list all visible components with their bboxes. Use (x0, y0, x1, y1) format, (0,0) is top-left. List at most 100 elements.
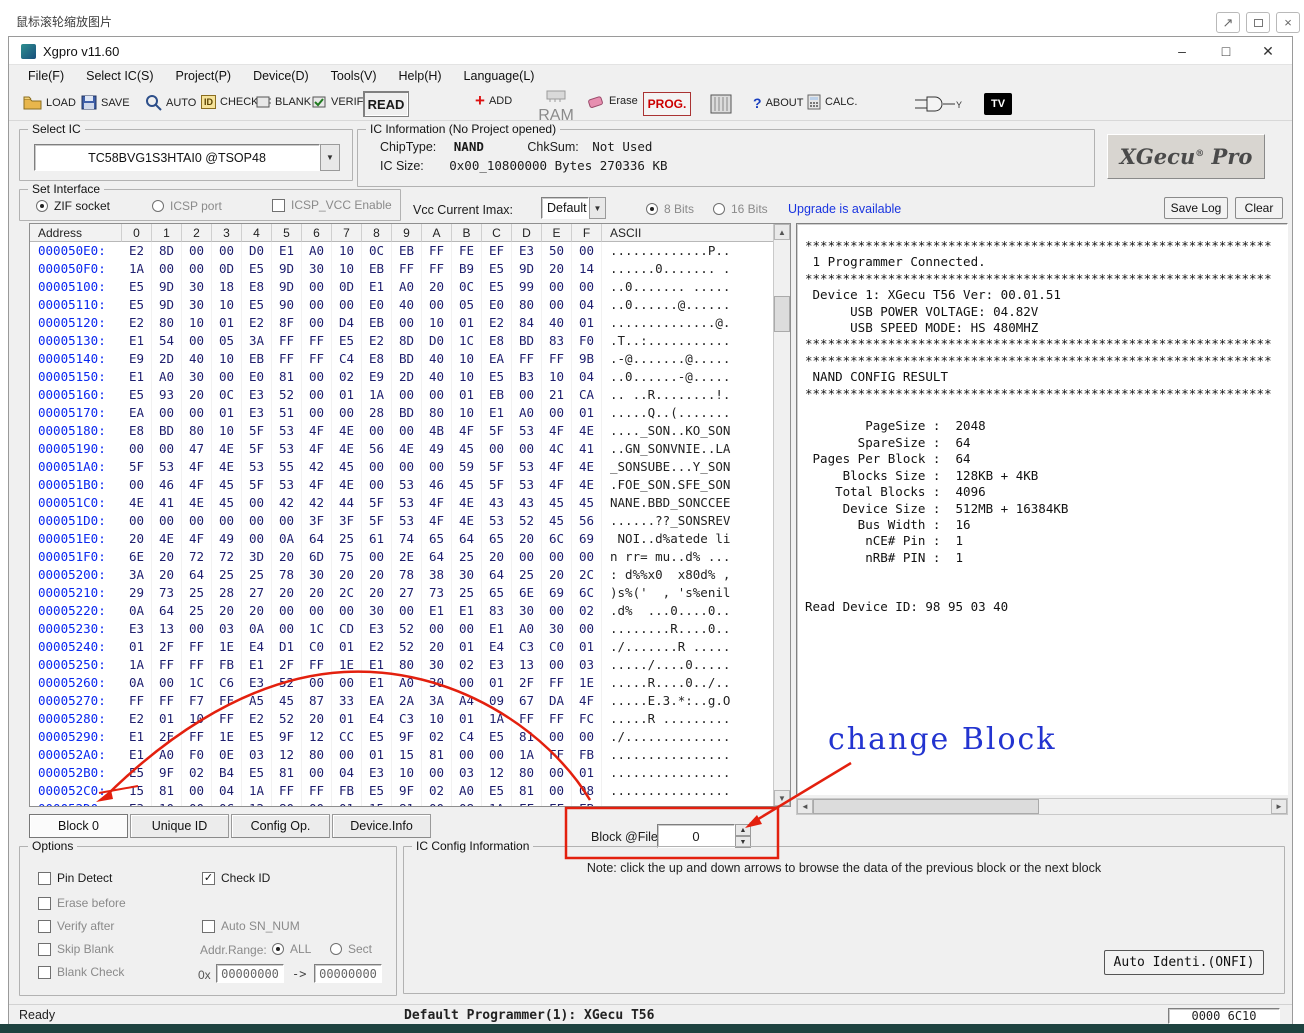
close-button[interactable]: ✕ (1246, 37, 1290, 65)
load-button[interactable]: LOAD (23, 95, 76, 110)
addr-range-all-radio[interactable]: ALL (272, 942, 311, 956)
hex-byte: F0 (182, 746, 212, 764)
hex-byte: 78 (272, 566, 302, 584)
blank-check-checkbox[interactable]: Blank Check (38, 965, 124, 979)
hex-byte: 25 (182, 584, 212, 602)
hex-byte: 9F (152, 764, 182, 782)
bits8-radio[interactable]: 8 Bits (646, 202, 694, 216)
check-id-checkbox[interactable]: ✓ Check ID (202, 871, 270, 885)
tab-unique-id[interactable]: Unique ID (130, 814, 229, 838)
hex-byte: 00 (152, 674, 182, 692)
icsp-vcc-checkbox[interactable]: ICSP_VCC Enable (272, 198, 392, 212)
hex-byte: 00 (332, 746, 362, 764)
tab-device-info[interactable]: Device.Info (332, 814, 431, 838)
pin-detect-checkbox[interactable]: Pin Detect (38, 871, 112, 885)
menu-tools-v-[interactable]: Tools(V) (320, 67, 388, 85)
vcc-dropdown-icon[interactable]: ▼ (589, 197, 606, 219)
select-ic-dropdown-icon[interactable]: ▼ (320, 144, 340, 171)
hex-viewer: Address0123456789ABCDEFASCII 000050E0:E2… (29, 223, 791, 807)
menu-help-h-[interactable]: Help(H) (387, 67, 452, 85)
chip-socket-icon[interactable] (709, 94, 733, 119)
check-button[interactable]: ID CHECK (201, 95, 259, 109)
hex-byte: E2 (122, 314, 152, 332)
hex-byte: 81 (392, 800, 422, 807)
zif-socket-radio[interactable]: ZIF socket (36, 199, 110, 213)
vcc-combobox[interactable]: Default (541, 197, 589, 219)
tab-config-op-[interactable]: Config Op. (231, 814, 330, 838)
hex-byte: 00 (512, 548, 542, 566)
hex-byte: 20 (362, 566, 392, 584)
hex-byte: FF (512, 710, 542, 728)
hex-byte: E1 (242, 656, 272, 674)
blank-button[interactable]: BLANK (255, 95, 311, 109)
prog-button[interactable]: PROG. (643, 92, 691, 116)
hex-address: 00005120: (30, 314, 122, 332)
add-button[interactable]: + ADD (475, 94, 512, 108)
hex-byte: 00 (362, 476, 392, 494)
log-line: Bus Width : 16 (805, 517, 1279, 533)
erase-before-checkbox[interactable]: Erase before (38, 896, 126, 910)
select-ic-combobox[interactable]: TC58BVG1S3HTAI0 @TSOP48 (34, 144, 320, 171)
auto-button[interactable]: AUTO (145, 94, 196, 111)
read-button[interactable]: READ (363, 91, 409, 117)
maximize-button[interactable]: □ (1204, 37, 1248, 65)
auto-sn-checkbox[interactable]: Auto SN_NUM (202, 919, 300, 933)
hex-byte: 4F (302, 476, 332, 494)
hex-byte: E5 (482, 728, 512, 746)
scroll-left-icon[interactable]: ◄ (797, 799, 813, 814)
hex-vscrollbar[interactable]: ▲ ▼ (773, 224, 790, 806)
hex-byte: 4F (302, 422, 332, 440)
block-spin-up[interactable]: ▲ (735, 824, 751, 836)
about-button[interactable]: ? ABOUT (753, 95, 803, 111)
verify-after-checkbox[interactable]: Verify after (38, 919, 114, 933)
hex-byte: 80 (302, 746, 332, 764)
calc-button[interactable]: CALC. (807, 94, 857, 110)
hex-byte: 12 (242, 800, 272, 807)
icsp-port-radio[interactable]: ICSP port (152, 199, 222, 213)
open-external-icon[interactable]: ↗ (1216, 12, 1240, 33)
bits16-radio[interactable]: 16 Bits (713, 202, 768, 216)
hex-byte: C6 (212, 674, 242, 692)
hex-byte: FF (212, 692, 242, 710)
skip-blank-checkbox[interactable]: Skip Blank (38, 942, 114, 956)
float-window-icon[interactable] (1246, 12, 1270, 33)
viewer-close-icon[interactable]: × (1276, 12, 1300, 33)
chip-type-row: ChipType: NAND ChkSum: Not Used (380, 139, 652, 154)
hex-byte: E1 (362, 656, 392, 674)
scroll-down-icon[interactable]: ▼ (774, 790, 790, 806)
upgrade-link[interactable]: Upgrade is available (788, 202, 901, 216)
ram-button[interactable]: RAM (536, 89, 576, 125)
menu-select-ic-s-[interactable]: Select IC(S) (75, 67, 164, 85)
save-log-button[interactable]: Save Log (1164, 197, 1228, 219)
erase-button[interactable]: Erase (587, 93, 638, 109)
hex-byte: E8 (362, 350, 392, 368)
save-button[interactable]: SAVE (81, 95, 130, 110)
hex-byte: 25 (452, 584, 482, 602)
tv-button[interactable]: TV (984, 93, 1012, 115)
addr-from-input[interactable]: 00000000 (216, 964, 284, 983)
menu-device-d-[interactable]: Device(D) (242, 67, 320, 85)
scroll-thumb[interactable] (774, 296, 790, 332)
clear-button[interactable]: Clear (1235, 197, 1283, 219)
hex-byte: 01 (152, 710, 182, 728)
tab-block-0[interactable]: Block 0 (29, 814, 128, 838)
verify-button[interactable]: VERIFY (311, 95, 371, 109)
menu-file-f-[interactable]: File(F) (17, 67, 75, 85)
menu-language-l-[interactable]: Language(L) (453, 67, 546, 85)
block-at-file-input[interactable]: 0 (657, 824, 735, 848)
scroll-right-icon[interactable]: ► (1271, 799, 1287, 814)
logic-gate-icon[interactable]: Y (915, 95, 963, 118)
scroll-up-icon[interactable]: ▲ (774, 224, 790, 240)
minimize-button[interactable]: – (1160, 37, 1204, 65)
menu-project-p-[interactable]: Project(P) (165, 67, 243, 85)
addr-to-input[interactable]: 00000000 (314, 964, 382, 983)
auto-identi-button[interactable]: Auto Identi.(ONFI) (1104, 950, 1264, 975)
hex-byte: EB (362, 260, 392, 278)
check-label: CHECK (220, 96, 259, 108)
addr-range-sect-radio[interactable]: Sect (330, 942, 372, 956)
hscroll-thumb[interactable] (813, 799, 1039, 814)
log-hscrollbar[interactable]: ◄ ► (796, 798, 1288, 815)
hex-byte: 20 (542, 260, 572, 278)
hex-byte: 20 (362, 584, 392, 602)
erase-before-label: Erase before (57, 896, 126, 910)
